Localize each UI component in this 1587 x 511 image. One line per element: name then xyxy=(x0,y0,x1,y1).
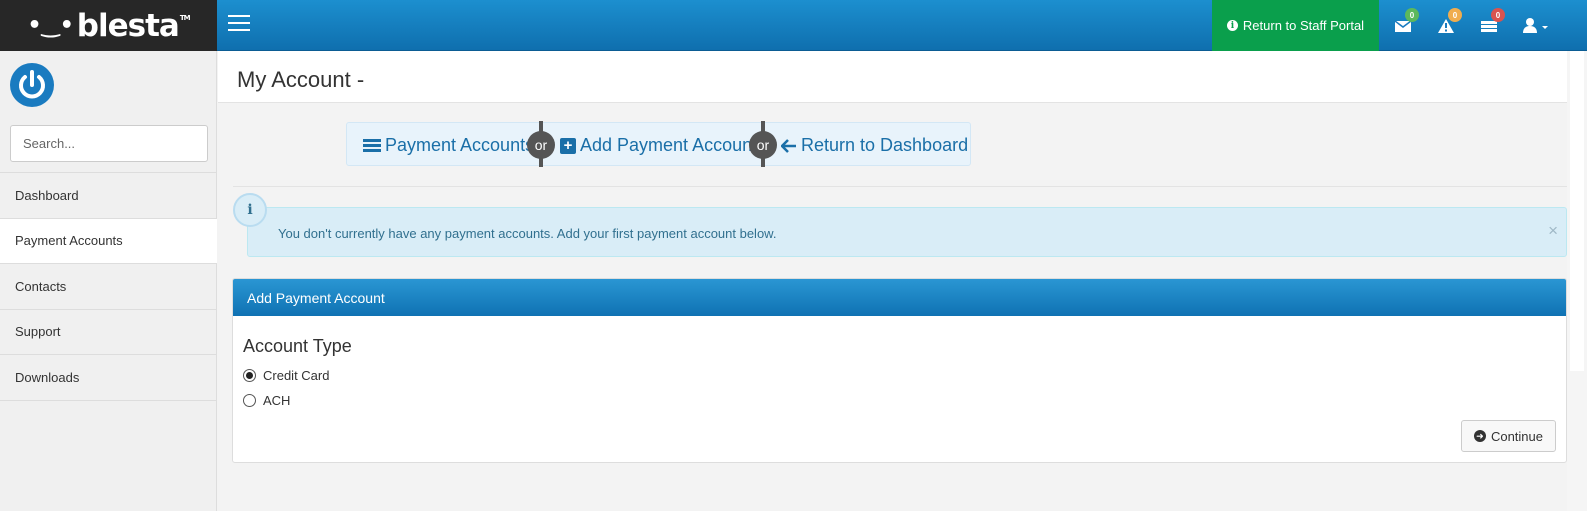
sidebar-nav: Dashboard Payment Accounts Contacts Supp… xyxy=(0,172,217,401)
alerts-badge: 0 xyxy=(1448,8,1462,22)
page-title: My Account - xyxy=(237,67,365,92)
page-header: My Account - xyxy=(218,51,1567,103)
continue-button[interactable]: ➜ Continue xyxy=(1460,420,1556,452)
radio-credit-card-input[interactable] xyxy=(243,369,256,382)
payment-accounts-link[interactable]: Payment Accounts xyxy=(363,135,534,156)
list-icon xyxy=(363,138,381,153)
radio-credit-card[interactable]: Credit Card xyxy=(243,368,329,383)
info-icon: i xyxy=(233,193,267,227)
arrow-left-icon xyxy=(781,138,796,153)
menu-toggle-icon[interactable] xyxy=(228,15,250,33)
sidebar: Dashboard Payment Accounts Contacts Supp… xyxy=(0,51,217,511)
info-icon: i xyxy=(1226,20,1238,31)
radio-ach-input[interactable] xyxy=(243,394,256,407)
return-dashboard-label: Return to Dashboard xyxy=(801,135,969,155)
action-bar: Payment Accounts or + Add Payment Accoun… xyxy=(346,121,971,167)
close-icon[interactable]: × xyxy=(1548,221,1558,241)
return-to-staff-portal-button[interactable]: i Return to Staff Portal xyxy=(1212,0,1379,51)
messages-icon[interactable]: 0 xyxy=(1394,8,1419,36)
info-alert: You don't currently have any payment acc… xyxy=(247,207,1567,257)
brand-wordmark: •‿• blesta TM xyxy=(27,7,191,44)
user-menu-icon[interactable] xyxy=(1522,14,1552,36)
sidebar-item-support[interactable]: Support xyxy=(0,310,217,355)
add-payment-account-link[interactable]: + Add Payment Account xyxy=(560,135,757,156)
continue-label: Continue xyxy=(1490,428,1543,444)
payment-accounts-label: Payment Accounts xyxy=(385,135,535,155)
power-logo-icon xyxy=(10,63,54,107)
alert-message: You don't currently have any payment acc… xyxy=(278,226,777,241)
scrollbar-thumb[interactable] xyxy=(1570,51,1584,371)
tickets-badge: 0 xyxy=(1491,8,1505,22)
page-scrollbar[interactable] xyxy=(1567,51,1587,511)
radio-credit-card-label: Credit Card xyxy=(263,368,330,383)
messages-badge: 0 xyxy=(1405,8,1419,22)
add-payment-account-panel: Add Payment Account Account Type Credit … xyxy=(232,278,1567,463)
staff-portal-label: Return to Staff Portal xyxy=(1242,18,1365,33)
brand-name: blesta xyxy=(76,7,180,44)
brand-dots-icon: •‿• xyxy=(27,12,74,38)
account-type-heading: Account Type xyxy=(243,336,352,356)
sidebar-item-payment-accounts[interactable]: Payment Accounts xyxy=(0,218,217,264)
return-dashboard-link[interactable]: Return to Dashboard xyxy=(781,135,968,156)
or-separator: or xyxy=(527,131,555,159)
tickets-icon[interactable]: 0 xyxy=(1480,8,1505,36)
radio-ach-label: ACH xyxy=(263,393,291,408)
brand-tm: TM xyxy=(179,13,191,22)
brand-logo[interactable]: •‿• blesta TM xyxy=(0,0,217,51)
add-payment-account-label: Add Payment Account xyxy=(580,135,758,155)
alerts-icon[interactable]: 0 xyxy=(1437,8,1462,36)
radio-ach[interactable]: ACH xyxy=(243,393,290,408)
search-input[interactable] xyxy=(23,136,199,151)
top-navbar: i Return to Staff Portal 0 0 0 xyxy=(217,0,1587,51)
or-separator: or xyxy=(749,131,777,159)
arrow-circle-right-icon: ➜ xyxy=(1473,430,1486,442)
sidebar-item-downloads[interactable]: Downloads xyxy=(0,355,217,401)
divider xyxy=(233,186,1567,187)
panel-title: Add Payment Account xyxy=(233,279,1566,316)
sidebar-item-dashboard[interactable]: Dashboard xyxy=(0,173,217,219)
plus-square-icon: + xyxy=(560,137,576,154)
sidebar-item-contacts[interactable]: Contacts xyxy=(0,264,217,310)
search-field[interactable] xyxy=(10,125,208,162)
